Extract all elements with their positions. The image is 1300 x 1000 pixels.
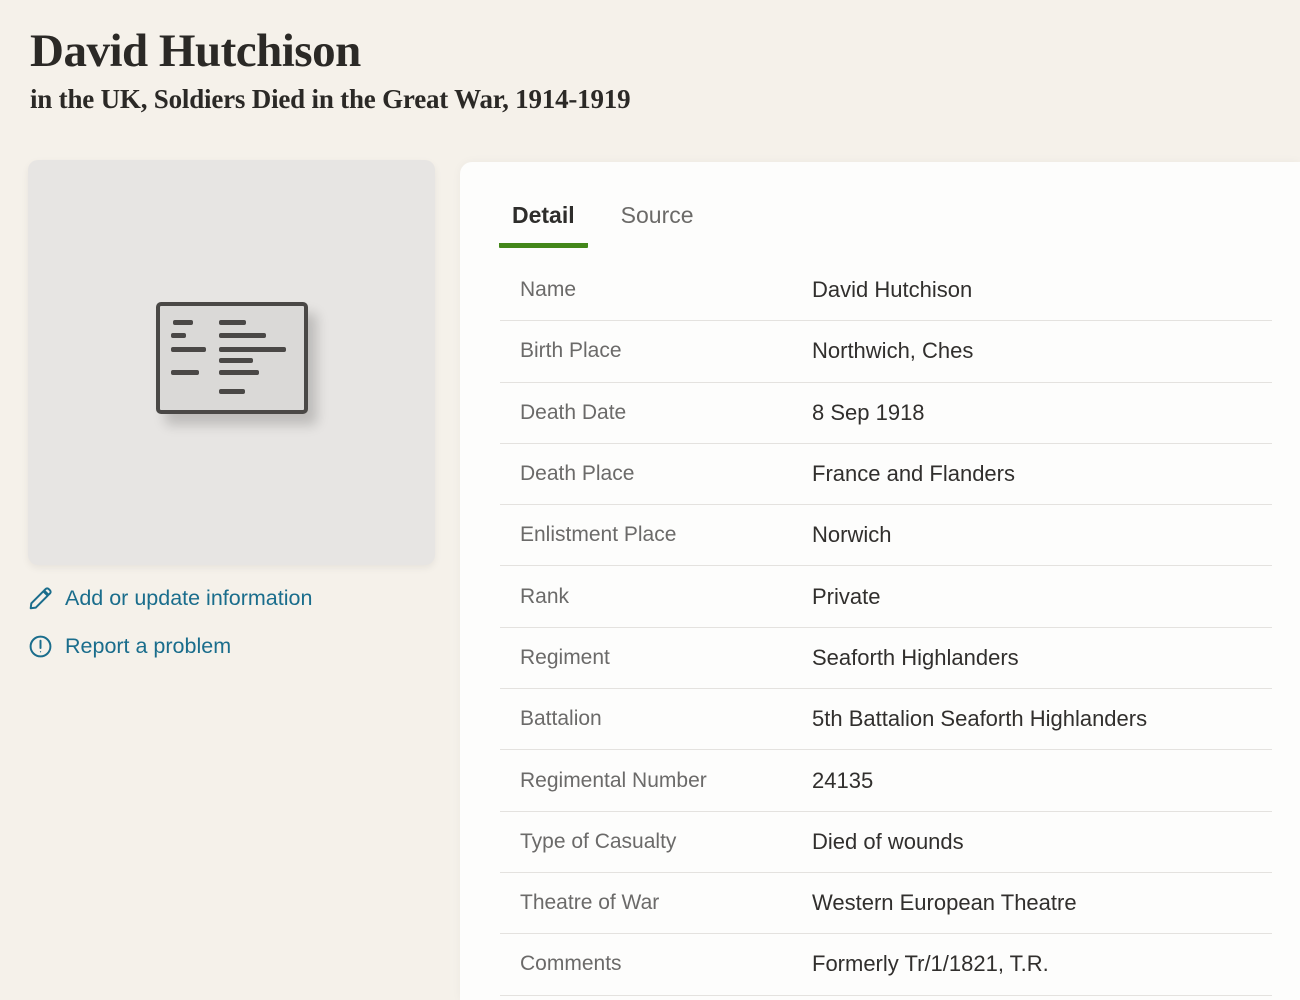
record-field-value: Western European Theatre (812, 890, 1272, 916)
record-fields-table: Name David Hutchison Birth Place Northwi… (500, 260, 1272, 996)
table-row: Name David Hutchison (500, 260, 1272, 321)
record-field-label: Birth Place (500, 339, 812, 363)
table-row: Regimental Number 24135 (500, 750, 1272, 811)
record-field-value: David Hutchison (812, 277, 1272, 303)
record-field-label: Comments (500, 952, 812, 976)
record-field-label: Battalion (500, 707, 812, 731)
collection-subtitle: in the UK, Soldiers Died in the Great Wa… (30, 84, 1270, 115)
table-row: Birth Place Northwich, Ches (500, 321, 1272, 382)
report-a-problem-label: Report a problem (65, 631, 231, 662)
record-field-value: Formerly Tr/1/1821, T.R. (812, 951, 1272, 977)
record-field-label: Regiment (500, 646, 812, 670)
table-row: Enlistment Place Norwich (500, 505, 1272, 566)
tab-bar: Detail Source (499, 196, 707, 248)
record-field-value: 8 Sep 1918 (812, 400, 1272, 426)
add-or-update-information-link[interactable]: Add or update information (28, 583, 312, 614)
record-field-label: Enlistment Place (500, 523, 812, 547)
page-header: David Hutchison in the UK, Soldiers Died… (30, 24, 1270, 115)
record-field-label: Death Date (500, 401, 812, 425)
record-field-value: 24135 (812, 768, 1272, 794)
record-field-value: Norwich (812, 522, 1272, 548)
table-row: Death Place France and Flanders (500, 444, 1272, 505)
record-detail-panel: Detail Source Name David Hutchison Birth… (460, 162, 1300, 1000)
record-field-label: Regimental Number (500, 769, 812, 793)
pencil-icon (28, 586, 53, 611)
record-field-label: Name (500, 278, 812, 302)
page-title: David Hutchison (30, 24, 1270, 78)
record-field-value: Died of wounds (812, 829, 1272, 855)
tab-detail[interactable]: Detail (499, 196, 588, 248)
record-field-value: Northwich, Ches (812, 338, 1272, 364)
tab-source[interactable]: Source (608, 196, 707, 248)
table-row: Regiment Seaforth Highlanders (500, 628, 1272, 689)
record-field-label: Type of Casualty (500, 830, 812, 854)
table-row: Rank Private (500, 566, 1272, 627)
table-row: Comments Formerly Tr/1/1821, T.R. (500, 934, 1272, 995)
record-field-value: Private (812, 584, 1272, 610)
record-image-placeholder (28, 160, 435, 565)
record-actions: Add or update information Report a probl… (28, 583, 312, 662)
table-row: Battalion 5th Battalion Seaforth Highlan… (500, 689, 1272, 750)
record-field-label: Death Place (500, 462, 812, 486)
record-field-value: France and Flanders (812, 461, 1272, 487)
report-a-problem-link[interactable]: Report a problem (28, 631, 312, 662)
record-field-value: Seaforth Highlanders (812, 645, 1272, 671)
alert-circle-icon (28, 634, 53, 659)
record-document-icon (156, 302, 308, 414)
record-field-label: Theatre of War (500, 891, 812, 915)
record-field-label: Rank (500, 585, 812, 609)
table-row: Death Date 8 Sep 1918 (500, 383, 1272, 444)
add-or-update-information-label: Add or update information (65, 583, 312, 614)
table-row: Type of Casualty Died of wounds (500, 812, 1272, 873)
record-field-value: 5th Battalion Seaforth Highlanders (812, 706, 1272, 732)
table-row: Theatre of War Western European Theatre (500, 873, 1272, 934)
